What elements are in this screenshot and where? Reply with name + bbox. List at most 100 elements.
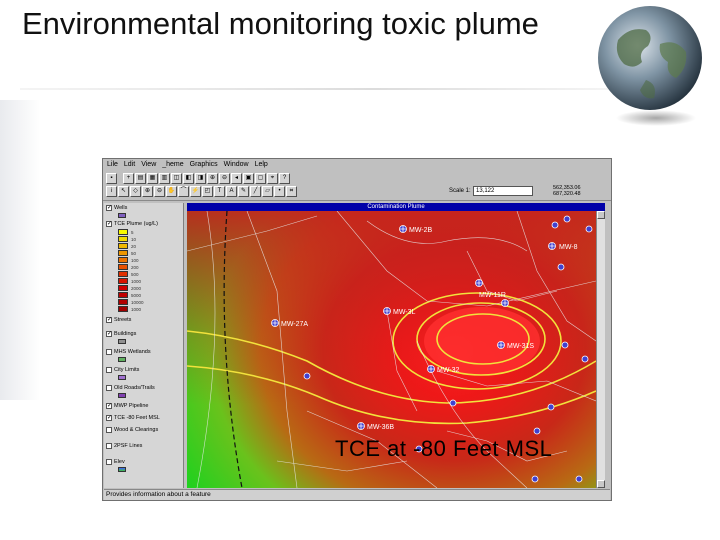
legend-item-elevation[interactable]: Elev	[106, 459, 125, 465]
checkbox-unchecked[interactable]	[106, 349, 112, 355]
pointer-icon[interactable]: ↖	[118, 186, 129, 197]
plume-ramp-labels: 5 10 20 50 100 200 500 1000 2000 5000 10000 1000	[131, 229, 144, 313]
zoom-in-tool-icon[interactable]: ⊕	[142, 186, 153, 197]
ramp-swatch	[118, 285, 128, 291]
well-label[interactable]: MW-27A	[281, 321, 308, 328]
ramp-swatch	[118, 243, 128, 249]
text-icon[interactable]: A	[226, 186, 237, 197]
elevation-swatch	[118, 467, 126, 472]
well-label[interactable]: MW-3L	[393, 309, 416, 316]
zoom-active-icon[interactable]: ◧	[183, 173, 194, 184]
ramp-value-label: 20	[131, 244, 137, 249]
menu-graphics[interactable]: Graphics	[190, 159, 218, 171]
point-icon[interactable]: •	[274, 186, 285, 197]
checkbox-unchecked[interactable]	[106, 385, 112, 391]
checkbox-checked[interactable]: ✓	[106, 331, 112, 337]
legend-item-landcover[interactable]: Wood & Clearings	[106, 427, 158, 433]
ramp-swatch	[118, 271, 128, 277]
checkbox-checked[interactable]: ✓	[106, 403, 112, 409]
menu-help[interactable]: Lelp	[255, 159, 268, 171]
globe-icon	[598, 6, 702, 126]
ramp-value-label: 5	[131, 230, 134, 235]
zoom-out-tool-icon[interactable]: ⊖	[154, 186, 165, 197]
well-label[interactable]: MW-32	[437, 367, 460, 374]
well-label[interactable]: MW-11R	[479, 292, 506, 299]
legend-item-tce-layer[interactable]: ✓ TCE -80 Feet MSL	[106, 415, 160, 421]
menu-window[interactable]: Window	[224, 159, 249, 171]
zoom-full-icon[interactable]: ◫	[171, 173, 182, 184]
menu-file[interactable]: Lile	[107, 159, 118, 171]
zoom-out-icon[interactable]: ⊖	[219, 173, 230, 184]
legend-item-old-roads[interactable]: Old Roads/Trails	[106, 385, 155, 391]
ramp-swatch	[118, 250, 128, 256]
line-icon[interactable]: ╱	[250, 186, 261, 197]
menu-theme[interactable]: _heme	[162, 159, 183, 171]
menu-view[interactable]: View	[141, 159, 156, 171]
legend-panel: ✓ Wells ✓ TCE Plume (ug/L) 5 10 20 50 100 200…	[104, 203, 184, 488]
menu-bar: Lile Ldit View _heme Graphics Window Lel…	[103, 159, 611, 171]
measure-icon[interactable]: ⌒	[178, 186, 189, 197]
checkbox-checked[interactable]: ✓	[106, 205, 112, 211]
save-icon[interactable]: ▪	[106, 173, 117, 184]
legend-item-wells[interactable]: ✓ Wells	[106, 205, 127, 211]
plume-core	[424, 307, 540, 375]
wells-swatch	[118, 213, 126, 218]
legend-item-city-limits[interactable]: City Limits	[106, 367, 139, 373]
map-scrollbar[interactable]	[596, 211, 605, 488]
ramp-value-label: 200	[131, 265, 139, 270]
legend-item-wetlands[interactable]: MHS Wetlands	[106, 349, 151, 355]
checkbox-checked[interactable]: ✓	[106, 317, 112, 323]
ramp-swatch	[118, 306, 128, 312]
area-of-interest-icon[interactable]: ◰	[202, 186, 213, 197]
open-table-icon[interactable]: ▥	[159, 173, 170, 184]
identify-icon[interactable]: i	[106, 186, 117, 197]
polygon-icon[interactable]: ▱	[262, 186, 273, 197]
well-label[interactable]: MW-36B	[367, 424, 394, 431]
ramp-value-label: 1000	[131, 307, 142, 312]
scale-input[interactable]: 13,122	[473, 186, 533, 196]
pan-icon[interactable]: ✋	[166, 186, 177, 197]
checkbox-unchecked[interactable]	[106, 427, 112, 433]
legend-item-plume[interactable]: ✓ TCE Plume (ug/L)	[106, 221, 158, 227]
vertex-edit-icon[interactable]: ◇	[130, 186, 141, 197]
ramp-swatch	[118, 299, 128, 305]
map-view[interactable]: MW-2B MW-8 MW-11R MW-3L MW-27A MW-31S MW…	[187, 211, 596, 488]
scroll-up-icon[interactable]	[597, 211, 605, 219]
draw-icon[interactable]: ✎	[238, 186, 249, 197]
legend-item-pipelines[interactable]: ✓ MWP Pipeline	[106, 403, 148, 409]
select-features-icon[interactable]: ▣	[243, 173, 254, 184]
zoom-in-icon[interactable]: ⊕	[207, 173, 218, 184]
ramp-value-label: 10000	[131, 300, 144, 305]
well-label[interactable]: MW-31S	[507, 343, 534, 350]
coordinate-readout: 562,353.06 687,320.48	[553, 185, 581, 197]
snap-icon[interactable]: ⌗	[286, 186, 297, 197]
zoom-selected-icon[interactable]: ◨	[195, 173, 206, 184]
legend-item-property[interactable]: 2PSF Lines	[106, 443, 142, 449]
checkbox-unchecked[interactable]	[106, 367, 112, 373]
locate-icon[interactable]: ⌖	[267, 173, 278, 184]
add-theme-icon[interactable]: +	[123, 173, 134, 184]
label-icon[interactable]: T	[214, 186, 225, 197]
zoom-previous-icon[interactable]: ◂	[231, 173, 242, 184]
ramp-swatch	[118, 264, 128, 270]
checkbox-checked[interactable]: ✓	[106, 221, 112, 227]
legend-item-streets[interactable]: ✓ Streets	[106, 317, 131, 323]
scroll-down-icon[interactable]	[597, 480, 605, 488]
city-limits-swatch	[118, 375, 126, 380]
coordinate-y: 687,320.48	[553, 191, 581, 197]
edit-legend-icon[interactable]: ▦	[147, 173, 158, 184]
scale-label: Scale 1:	[449, 188, 471, 194]
plume-color-ramp	[118, 229, 128, 313]
well-label[interactable]: MW-8	[559, 244, 578, 251]
help-icon[interactable]: ?	[279, 173, 290, 184]
menu-edit[interactable]: Ldit	[124, 159, 135, 171]
slide-title: Environmental monitoring toxic plume	[22, 6, 539, 41]
well-label[interactable]: MW-2B	[409, 227, 433, 234]
hotlink-icon[interactable]: ⚡	[190, 186, 201, 197]
query-builder-icon[interactable]: ▢	[255, 173, 266, 184]
legend-item-buildings[interactable]: ✓ Buildings	[106, 331, 136, 337]
checkbox-unchecked[interactable]	[106, 443, 112, 449]
checkbox-checked[interactable]: ✓	[106, 415, 112, 421]
checkbox-unchecked[interactable]	[106, 459, 112, 465]
theme-properties-icon[interactable]: ▤	[135, 173, 146, 184]
